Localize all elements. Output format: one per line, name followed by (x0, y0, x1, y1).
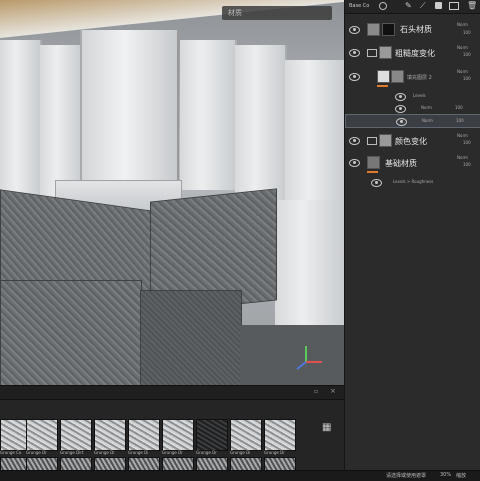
layer-blend: Norm (457, 133, 468, 138)
folder-icon (367, 49, 377, 57)
layer-thumbnail (367, 156, 380, 169)
layer-name: 基础材质 (385, 159, 417, 168)
wall-board (275, 200, 344, 340)
layer-blend: Norm (457, 69, 468, 74)
blend-mode-select[interactable]: Base Co (349, 3, 369, 9)
settings-icon[interactable] (379, 2, 387, 10)
eye-icon[interactable] (396, 118, 407, 126)
layer-row-effect-selected[interactable]: Norm 100 (345, 114, 480, 128)
layer-name: 填充图层 2 (407, 75, 432, 81)
layer-thumbnail (377, 70, 390, 83)
layer-row-levels-roughness[interactable]: Levels > Roughness (345, 176, 480, 188)
effect-opacity: 100 (455, 105, 463, 110)
texture-label: Grunge Dr (196, 450, 217, 455)
layer-row-effect[interactable]: Norm 100 (345, 102, 480, 114)
pin-icon[interactable]: ▫ (314, 388, 318, 395)
layer-row-fill-layer[interactable]: 填充图层 2 Norm 100 (345, 66, 480, 88)
wall-board (235, 45, 287, 200)
mask-thumbnail (382, 23, 395, 36)
texture-tile[interactable] (196, 419, 228, 451)
layer-row-levels[interactable]: Levels (345, 90, 480, 102)
layer-thumbnail (379, 46, 392, 59)
3d-viewport[interactable]: 材质 (0, 0, 344, 385)
layer-opacity: 100 (463, 30, 471, 35)
layer-row-color-variation[interactable]: 颜色变化 Norm 100 (345, 130, 480, 152)
search-placeholder: 材质 (228, 9, 242, 17)
eye-icon[interactable] (349, 137, 360, 145)
mask-icon[interactable] (435, 2, 442, 9)
layers-toolbar: Base Co ✎ ⟋ 🗑 (345, 0, 480, 14)
texture-label: Grunge Dr (162, 450, 183, 455)
effect-blend: Norm (421, 105, 432, 110)
layers-panel: Base Co ✎ ⟋ 🗑 石头材质 Norm 100 粗糙度变化 Norm 1… (344, 0, 480, 470)
folder-icon (367, 137, 377, 145)
texture-tile[interactable] (94, 419, 126, 451)
wall-board (285, 60, 344, 200)
layer-thumbnail (379, 134, 392, 147)
effect-blend: Norm (422, 118, 433, 123)
search-box[interactable]: 材质 (222, 6, 332, 20)
shelf-panel: ▫ × ▦ Grunge Co Grunge Dr Grunge Dirt Gr… (0, 385, 344, 473)
layer-blend: Norm (457, 45, 468, 50)
layer-row-roughness-variation[interactable]: 粗糙度变化 Norm 100 (345, 42, 480, 64)
layer-row-stone-material[interactable]: 石头材质 Norm 100 (345, 18, 480, 44)
texture-tile[interactable] (264, 419, 296, 451)
layer-opacity: 100 (463, 76, 471, 81)
layer-name: 粗糙度变化 (395, 49, 435, 58)
texture-label: Grunge Dr (26, 450, 47, 455)
texture-label: Grunge Di (128, 450, 149, 455)
axis-gizmo[interactable] (292, 342, 328, 372)
texture-tile[interactable] (26, 419, 58, 451)
effect-name: Levels > Roughness (393, 179, 434, 184)
texture-label: Grunge Co (0, 450, 22, 455)
wall-board (0, 40, 42, 210)
eye-icon[interactable] (349, 49, 360, 57)
eye-icon[interactable] (349, 73, 360, 81)
layer-blend: Norm (457, 155, 468, 160)
effect-name: Levels (413, 93, 426, 98)
texture-tile[interactable] (128, 419, 160, 451)
eye-icon[interactable] (349, 159, 360, 167)
eye-icon[interactable] (395, 105, 406, 113)
status-bar: 请选择或使用遮罩 30% 缩放 (0, 470, 480, 481)
layer-blend: Norm (457, 22, 468, 27)
status-zoom: 30% (440, 472, 452, 478)
texture-tile[interactable] (162, 419, 194, 451)
wall-board (180, 40, 237, 190)
layer-selection-bar (367, 171, 378, 173)
status-extra: 缩放 (456, 473, 467, 479)
grid-view-icon[interactable]: ▦ (322, 422, 331, 433)
eye-icon[interactable] (371, 179, 382, 187)
eye-icon[interactable] (349, 26, 360, 34)
texture-tile[interactable] (230, 419, 262, 451)
texture-label: Grunge Dr (264, 450, 285, 455)
layer-opacity: 100 (463, 162, 471, 167)
texture-label: Grunge Di (230, 450, 251, 455)
pillar (80, 30, 179, 190)
effect-opacity: 100 (456, 118, 464, 123)
layer-opacity: 100 (463, 52, 471, 57)
shelf-tabs: ▫ × (0, 386, 344, 400)
close-icon[interactable]: × (330, 387, 336, 395)
eye-icon[interactable] (395, 93, 406, 101)
layer-opacity: 100 (463, 140, 471, 145)
brush-icon[interactable]: ✎ (405, 1, 412, 10)
fill-icon[interactable]: ⟋ (420, 1, 426, 11)
stone-block (140, 290, 242, 385)
status-hint: 请选择或使用遮罩 (386, 473, 427, 479)
layer-name: 石头材质 (400, 25, 432, 34)
folder-icon[interactable] (449, 2, 459, 10)
layer-name: 颜色变化 (395, 137, 427, 146)
texture-label: Grunge Dirt (60, 450, 84, 455)
layer-selection-bar (377, 85, 388, 87)
layer-thumbnail (367, 23, 380, 36)
layer-row-base-material[interactable]: 基础材质 Norm 100 (345, 152, 480, 174)
texture-label: Grunge Dr (94, 450, 115, 455)
mask-thumbnail (391, 70, 404, 83)
stone-block (0, 280, 142, 385)
texture-tile[interactable] (60, 419, 92, 451)
trash-icon[interactable]: 🗑 (467, 1, 477, 10)
